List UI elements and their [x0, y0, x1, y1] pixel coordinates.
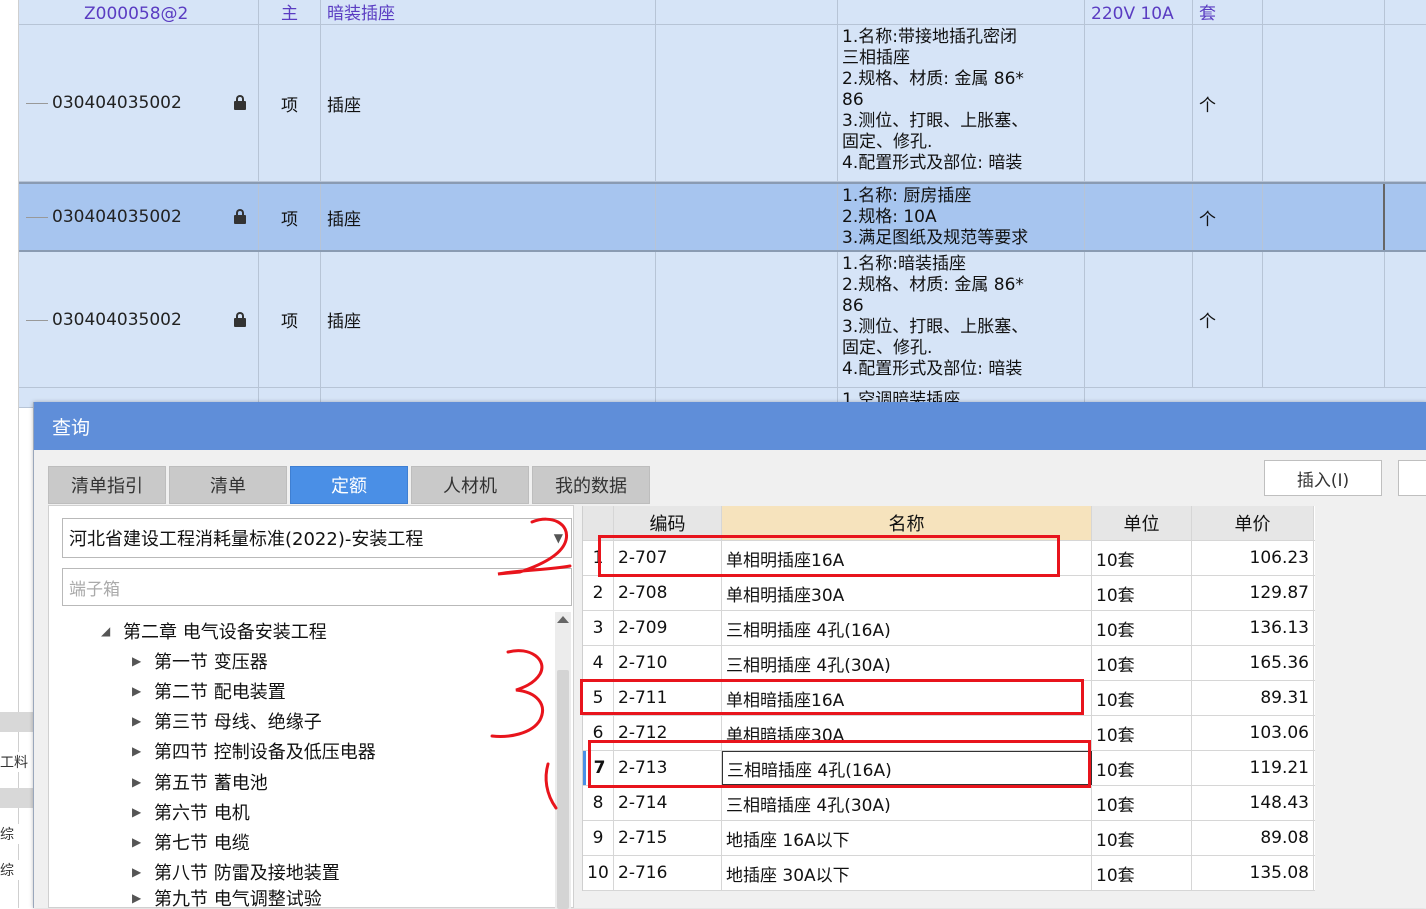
scribble-three — [490, 649, 544, 738]
scribble-stroke — [544, 762, 558, 810]
handwritten-annotations — [490, 517, 572, 810]
scribble-two — [497, 517, 572, 576]
